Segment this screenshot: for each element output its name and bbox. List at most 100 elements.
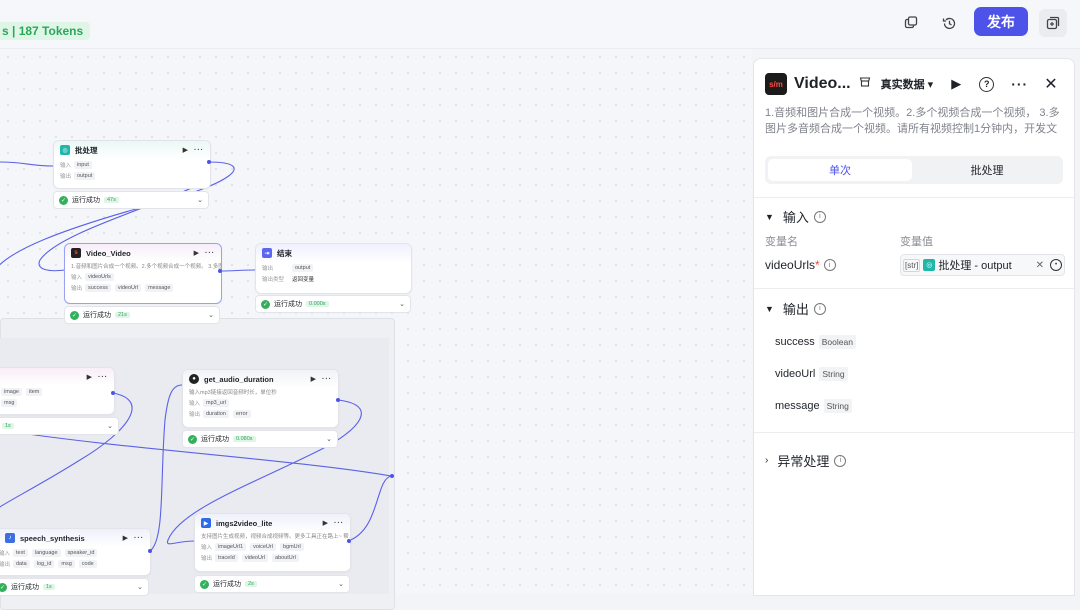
- output-port[interactable]: [207, 160, 211, 164]
- node-detail-panel: s/m Video... 真实数据 ▾ ▶ ? ··· ✕ 1.音频和图片合成一…: [753, 58, 1075, 596]
- more-options-icon[interactable]: ···: [1011, 76, 1028, 92]
- run-icon[interactable]: ▶: [194, 249, 199, 257]
- input-section-header[interactable]: ▼ 输入 i: [765, 207, 826, 226]
- output-port[interactable]: [347, 539, 351, 543]
- param-chip: duration: [203, 409, 229, 418]
- imgs2video-lite-node[interactable]: ▶ imgs2video_lite ▶ ··· 支持图片生成视频，视频合成视频等…: [194, 513, 351, 572]
- output-port[interactable]: [111, 391, 115, 395]
- run-icon[interactable]: ▶: [323, 519, 328, 527]
- divider: [754, 432, 1074, 433]
- more-icon[interactable]: ···: [205, 250, 215, 257]
- more-icon[interactable]: ···: [134, 535, 144, 542]
- param-chip: item: [25, 387, 43, 396]
- param-chip: text: [13, 548, 28, 557]
- video-plugin-icon: ▶: [201, 518, 211, 528]
- data-mode-select[interactable]: 真实数据 ▾: [881, 76, 934, 92]
- copy-icon[interactable]: [897, 10, 925, 36]
- dur-status[interactable]: ✓ 运行成功 0.080s ⌄: [182, 430, 338, 448]
- batch-node-icon: ◎: [60, 145, 70, 155]
- output-item: videoUrl String: [775, 367, 848, 381]
- partial-status[interactable]: 1s ⌄: [0, 417, 119, 435]
- var-value-ref[interactable]: [str] ◎ 批处理 - output ✕ •: [900, 254, 1065, 276]
- more-icon[interactable]: ···: [98, 374, 108, 381]
- output-port[interactable]: [218, 269, 222, 273]
- video-video-node[interactable]: s Video_Video ▶ ··· 1.音频和图片合成一个视频。2.多个视频…: [64, 243, 222, 304]
- output-label: 输出: [0, 561, 11, 568]
- time-badge: 47s: [104, 197, 119, 203]
- output-label: 输出: [189, 411, 201, 418]
- param-chip: speaker_id: [64, 548, 98, 557]
- info-icon: i: [813, 302, 826, 315]
- batch-node-icon: ◎: [923, 259, 936, 271]
- speech-node-title: speech_synthesis: [20, 533, 85, 543]
- output-type: String: [819, 367, 848, 381]
- run-icon[interactable]: ▶: [123, 534, 128, 542]
- error-handling-header[interactable]: › 异常处理 i: [765, 451, 847, 470]
- group-output-port[interactable]: [390, 474, 394, 478]
- output-label: 输出: [201, 555, 213, 562]
- panel-description: 1.音频和图片合成一个视频。2.多个视频合成一个视频， 3.多图片多音频合成一个…: [765, 107, 1060, 135]
- node-description: 1.音频和图片合成一个视频。2.多个视频合成一个视频。 3.多图: [71, 264, 221, 270]
- more-icon[interactable]: ···: [194, 147, 204, 154]
- output-label: 输出: [60, 173, 72, 180]
- status-text: 运行成功: [213, 581, 241, 588]
- chevron-down-icon[interactable]: ⌄: [137, 583, 143, 591]
- batch-status[interactable]: ✓ 运行成功 47s ⌄: [53, 191, 209, 209]
- chevron-right-icon: ›: [765, 455, 769, 466]
- publish-button[interactable]: 发布: [974, 7, 1028, 36]
- return-type-value: 返回变量: [292, 276, 315, 283]
- video-status[interactable]: ✓ 运行成功 21s ⌄: [64, 306, 220, 324]
- param-chip: image: [1, 387, 22, 396]
- info-icon: i: [813, 210, 826, 223]
- chevron-down-icon[interactable]: ⌄: [326, 435, 332, 443]
- chevron-down-icon[interactable]: ⌄: [208, 311, 214, 319]
- top-bar: s | 187 Tokens 发布: [0, 0, 1080, 49]
- param-chip: output: [292, 263, 314, 272]
- output-port[interactable]: [336, 398, 340, 402]
- batch-node[interactable]: ◎ 批处理 ▶ ··· 输入 input 输出 output: [53, 140, 211, 189]
- output-type: String: [823, 399, 852, 413]
- output-label: 输出: [262, 265, 274, 272]
- speech-synthesis-node[interactable]: ♪ speech_synthesis ▶ ··· 输入 text language s…: [0, 528, 151, 576]
- time-badge: 2s: [245, 581, 257, 587]
- get-audio-duration-node[interactable]: ● get_audio_duration ▶ ··· 输入mp3链接返回音频时长…: [182, 369, 339, 428]
- variable-picker-icon[interactable]: •: [1050, 259, 1062, 271]
- success-icon: ✓: [200, 579, 209, 589]
- test-run-icon[interactable]: ▶: [951, 76, 961, 92]
- help-icon[interactable]: ?: [979, 76, 995, 92]
- param-chip: aboutUrl: [272, 553, 299, 562]
- run-icon[interactable]: ▶: [87, 373, 92, 381]
- param-chip: traceId: [215, 553, 238, 562]
- chevron-down-icon[interactable]: ⌄: [399, 300, 405, 308]
- speech-status[interactable]: ✓ 运行成功 1s ⌄: [0, 578, 149, 596]
- output-section-header[interactable]: ▼ 输出 i: [765, 299, 826, 318]
- output-name: success: [775, 336, 815, 348]
- chevron-down-icon[interactable]: ⌄: [197, 196, 203, 204]
- chevron-down-icon[interactable]: ⌄: [107, 422, 113, 430]
- store-icon[interactable]: [859, 75, 871, 93]
- panel-toggle-icon[interactable]: [1039, 9, 1067, 37]
- param-chip: data: [13, 559, 30, 568]
- partial-node[interactable]: ▶ ··· image item msg: [0, 367, 115, 415]
- history-icon[interactable]: [935, 10, 963, 36]
- chevron-down-icon: ▼: [765, 303, 774, 314]
- tab-single[interactable]: 单次: [768, 159, 912, 181]
- end-node[interactable]: ⇥ 结束 输出 output 输出类型 返回变量: [255, 243, 412, 294]
- tab-batch[interactable]: 批处理: [915, 159, 1059, 181]
- run-icon[interactable]: ▶: [311, 375, 316, 383]
- chevron-down-icon[interactable]: ⌄: [338, 580, 344, 588]
- imgs-status[interactable]: ✓ 运行成功 2s ⌄: [194, 575, 350, 593]
- output-port[interactable]: [148, 549, 152, 553]
- end-status[interactable]: ✓ 运行成功 0.000s ⌄: [255, 295, 411, 313]
- more-icon[interactable]: ···: [334, 520, 344, 527]
- close-icon[interactable]: ✕: [1044, 74, 1057, 94]
- param-chip: msg: [58, 559, 75, 568]
- run-icon[interactable]: ▶: [183, 146, 188, 154]
- input-label: 输入: [0, 550, 11, 557]
- panel-title: Video...: [794, 75, 851, 92]
- param-chip: error: [232, 409, 251, 418]
- param-chip: msg: [1, 398, 18, 407]
- output-name: videoUrl: [775, 368, 816, 380]
- more-icon[interactable]: ···: [322, 376, 332, 383]
- clear-icon[interactable]: ✕: [1036, 260, 1044, 271]
